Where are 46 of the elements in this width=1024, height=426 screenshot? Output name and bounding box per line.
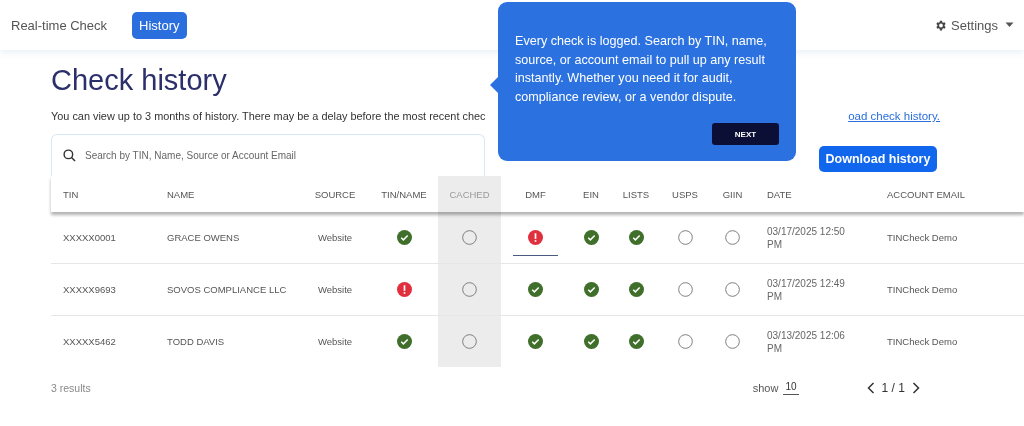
table-cell-text: XXXXX9693 <box>62 283 117 297</box>
column-header: GIIN <box>721 187 744 202</box>
next-page-icon[interactable] <box>911 382 920 394</box>
column-header: EIN <box>582 187 600 202</box>
table-cell-text: TODD DAVIS <box>166 335 226 349</box>
date-text: 03/17/2025 12:49 PM <box>767 276 846 303</box>
column-header: TIN/NAME <box>380 187 428 202</box>
date-text: 03/17/2025 12:50 PM <box>767 224 846 251</box>
search-icon <box>63 149 76 162</box>
download-link[interactable]: oad check history. <box>848 110 940 122</box>
tooltip-text: Every check is logged. Search by TIN, name, source, or account email to pull up any result instantly. Whether you need it for audit, compliance review, or a vendor dispute. <box>515 33 768 106</box>
table-cell-text: XXXXX5462 <box>62 335 117 349</box>
column-header: ACCOUNT EMAIL <box>886 187 966 202</box>
results-count: 3 results <box>51 382 91 394</box>
next-button[interactable]: NEXT <box>712 123 779 145</box>
previous-page-icon[interactable] <box>866 382 875 394</box>
table-cell-text: TINCheck Demo <box>886 283 959 297</box>
column-header: CACHED <box>438 176 501 212</box>
column-header: DATE <box>766 187 793 202</box>
table-cell-text: TINCheck Demo <box>886 231 959 245</box>
column-header: TIN <box>62 187 80 202</box>
page-indicator: 1 / 1 <box>881 381 905 395</box>
page-size-select[interactable]: 10 <box>783 381 799 395</box>
nav-tab[interactable]: History <box>132 11 187 39</box>
download-history-button[interactable]: Download history <box>819 146 937 172</box>
settings-icon <box>934 18 947 32</box>
column-header: LISTS <box>621 187 651 202</box>
date-text: 03/13/2025 12:06 PM <box>767 328 846 355</box>
table-cell-text: GRACE OWENS <box>166 231 241 245</box>
table-cell-text: Website <box>316 335 354 349</box>
table-cell-text: SOVOS COMPLIANCE LLC <box>166 283 288 297</box>
column-header: USPS <box>671 187 699 202</box>
settings-menu[interactable]: Settings <box>934 17 1014 33</box>
table-cell-text: TINCheck Demo <box>886 335 959 349</box>
show-label: show <box>752 382 779 394</box>
column-header: DMF <box>524 187 547 202</box>
caret-icon <box>1005 22 1014 28</box>
search-field[interactable]: Search by TIN, Name, Source or Account Email <box>51 134 485 176</box>
table-cell-text: Website <box>316 231 354 245</box>
table-cell-text: Website <box>316 283 354 297</box>
column-header: NAME <box>166 187 196 202</box>
table-cell-text: XXXXX0001 <box>62 231 117 245</box>
column-header: SOURCE <box>313 187 357 202</box>
nav-tab[interactable]: Real-time Check <box>10 11 115 39</box>
page-title: Check history <box>51 64 227 98</box>
intro-text: You can view up to 3 months of history. There may be a delay before the most recent chec <box>51 110 486 122</box>
